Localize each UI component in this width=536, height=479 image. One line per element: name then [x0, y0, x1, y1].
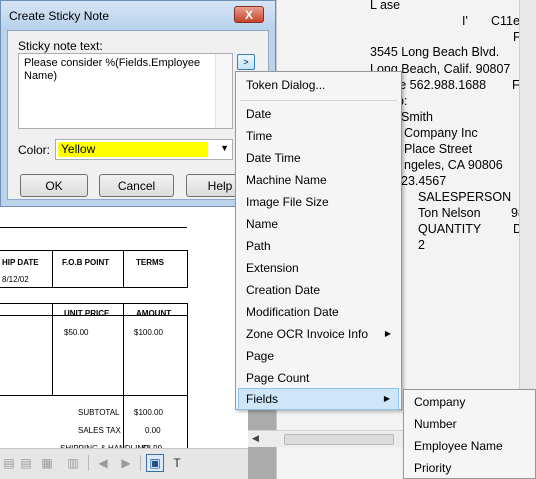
- submenu-item-employee-name[interactable]: Employee Name: [406, 435, 533, 457]
- textarea-scrollbar[interactable]: [215, 54, 232, 128]
- pages-icon[interactable]: ▥: [64, 454, 82, 472]
- horizontal-scrollbar[interactable]: ◀: [248, 430, 403, 447]
- forward-arrow-icon[interactable]: ▶: [117, 454, 135, 472]
- menu-item-name[interactable]: Name: [238, 213, 399, 235]
- dialog-title: Create Sticky Note: [9, 9, 110, 23]
- sticky-text-label: Sticky note text:: [18, 39, 103, 53]
- fields-submenu: Company Number Employee Name Priority: [403, 389, 536, 479]
- color-select[interactable]: Yellow ▼: [55, 139, 233, 160]
- ocr-line: 2: [418, 238, 425, 252]
- ocr-line: Smith: [401, 110, 433, 124]
- doc-unit-price: $50.00: [64, 328, 89, 337]
- dialog-titlebar[interactable]: Create Sticky Note X: [1, 1, 275, 30]
- page-icon[interactable]: ▤: [0, 454, 18, 472]
- menu-item-page[interactable]: Page: [238, 345, 399, 367]
- menu-item-machine-name[interactable]: Machine Name: [238, 169, 399, 191]
- submenu-arrow-icon: ▶: [383, 394, 390, 403]
- back-arrow-icon[interactable]: ◀: [94, 454, 112, 472]
- ocr-line: Company Inc: [404, 126, 478, 140]
- dialog-body: Sticky note text: Please consider %(Fiel…: [7, 30, 269, 200]
- delete-page-icon[interactable]: ▦: [38, 454, 56, 472]
- ocr-line: ngeles, CA 90806: [404, 158, 503, 172]
- menu-item-date[interactable]: Date: [238, 103, 399, 125]
- doc-header: F.O.B POINT: [62, 258, 110, 267]
- submenu-item-number[interactable]: Number: [406, 413, 533, 435]
- close-button[interactable]: X: [234, 6, 264, 23]
- scroll-thumb[interactable]: [284, 434, 394, 445]
- doc-header: AMOUNT: [136, 309, 172, 318]
- menu-item-zone-ocr-invoice-info[interactable]: Zone OCR Invoice Info ▶: [238, 323, 399, 345]
- token-menu-button[interactable]: >: [237, 54, 255, 70]
- menu-item-date-time[interactable]: Date Time: [238, 147, 399, 169]
- menu-item-modification-date[interactable]: Modification Date: [238, 301, 399, 323]
- chevron-down-icon: ▼: [220, 143, 229, 153]
- submenu-item-priority[interactable]: Priority: [406, 457, 533, 479]
- menu-item-label: Zone OCR Invoice Info: [246, 327, 369, 341]
- doc-header: UNIT PRICE: [64, 309, 110, 318]
- menu-item-path[interactable]: Path: [238, 235, 399, 257]
- page-toolbar: ▤ ▤ ▦ ▥ ◀ ▶ ▣ T: [0, 448, 248, 479]
- menu-item-label: Fields: [246, 392, 279, 406]
- menu-item-page-count[interactable]: Page Count: [238, 367, 399, 389]
- ocr-line: Ton Nelson: [418, 206, 481, 220]
- menu-item-creation-date[interactable]: Creation Date: [238, 279, 399, 301]
- ocr-line: L ase: [370, 0, 401, 12]
- submenu-item-company[interactable]: Company: [406, 391, 533, 413]
- image-view-icon[interactable]: ▣: [146, 454, 164, 472]
- menu-item-image-file-size[interactable]: Image File Size: [238, 191, 399, 213]
- doc-amount: $100.00: [134, 328, 163, 337]
- ok-button[interactable]: OK: [20, 174, 88, 197]
- ocr-line: QUANTITY: [418, 222, 482, 236]
- color-label: Color:: [18, 143, 51, 157]
- ocr-line: 23.4567: [401, 174, 447, 188]
- cancel-button[interactable]: Cancel: [99, 174, 174, 197]
- ocr-line: SALESPERSON: [418, 190, 512, 204]
- menu-item-extension[interactable]: Extension: [238, 257, 399, 279]
- scroll-left-icon[interactable]: ◀: [252, 433, 259, 444]
- doc-header: TERMS: [136, 258, 164, 267]
- doc-total-label: SALES TAX: [78, 426, 121, 435]
- ocr-line: Place Street: [404, 142, 473, 156]
- document-image: HIP DATE F.O.B POINT TERMS 8/12/02 UNIT …: [0, 205, 248, 479]
- ocr-line: 3545 Long Beach Blvd.: [370, 45, 500, 59]
- menu-item-time[interactable]: Time: [238, 125, 399, 147]
- menu-item-token-dialog[interactable]: Token Dialog...: [238, 74, 399, 96]
- doc-total-label: SUBTOTAL: [78, 408, 120, 417]
- doc-total-value: $100.00: [134, 408, 163, 417]
- ocr-line: I': [462, 14, 468, 28]
- color-value: Yellow: [58, 142, 208, 157]
- doc-total-value: 0.00: [145, 426, 161, 435]
- doc-ship-date: 8/12/02: [2, 275, 29, 284]
- text-view-icon[interactable]: T: [168, 454, 186, 472]
- submenu-arrow-icon: ▶: [384, 329, 391, 338]
- token-context-menu: Token Dialog... Date Time Date Time Mach…: [235, 71, 402, 410]
- menu-item-fields[interactable]: Fields ▶: [238, 388, 399, 410]
- doc-header: HIP DATE: [2, 258, 39, 267]
- copy-page-icon[interactable]: ▤: [17, 454, 35, 472]
- sticky-text-input[interactable]: Please consider %(Fields.Employee Name): [18, 53, 233, 129]
